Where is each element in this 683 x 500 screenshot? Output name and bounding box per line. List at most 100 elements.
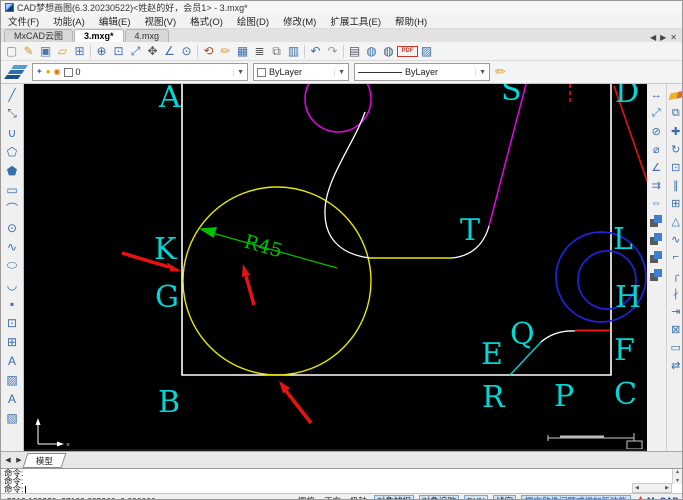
copy-objects-2-tool[interactable] — [648, 230, 665, 248]
model-tab[interactable]: 模型 — [22, 452, 67, 468]
document-tab-MxCAD[interactable]: MxCAD云图 — [4, 29, 73, 42]
tab-scroll-left[interactable]: ◀ — [650, 33, 656, 42]
model-tab-scroll-left[interactable]: ◀ — [3, 456, 13, 464]
layers-icon[interactable] — [11, 65, 28, 69]
linetype-dropdown-arrow-icon[interactable]: ▼ — [475, 68, 486, 76]
scale-tool[interactable]: ⊡ — [667, 158, 682, 176]
radius-dimension-tool[interactable]: ⊘ — [648, 122, 665, 140]
linear-dimension-tool[interactable]: ↔ — [648, 86, 665, 104]
color-dropdown[interactable]: ByLayer ▼ — [253, 63, 349, 81]
command-vscrollbar[interactable]: ▲ ▼ — [672, 469, 682, 484]
ellipse-arc-tool[interactable]: ◡ — [3, 275, 21, 294]
menu-item-6[interactable]: 修改(M) — [276, 14, 323, 28]
aligned-dimension-tool[interactable]: ⤢ — [648, 104, 665, 122]
status-toggle-正交[interactable]: 正交 — [322, 495, 343, 500]
ellipse-tool[interactable]: ⬭ — [3, 256, 21, 275]
menu-item-5[interactable]: 绘图(D) — [230, 14, 276, 28]
publish-web-2-button[interactable]: ◍ — [380, 43, 397, 59]
tab-scroll-right[interactable]: ▶ — [660, 33, 666, 42]
publish-web-button[interactable]: ◍ — [363, 43, 380, 59]
insert-block-tool[interactable]: ⊡ — [3, 313, 21, 332]
menu-item-7[interactable]: 扩展工具(E) — [323, 14, 388, 28]
move-tool[interactable]: ✚ — [667, 122, 682, 140]
measure-button[interactable]: ∠ — [161, 43, 178, 59]
offset-tool[interactable]: ∥ — [667, 176, 682, 194]
redo-button[interactable]: ↷ — [324, 43, 341, 59]
model-tab-scroll-right[interactable]: ▶ — [14, 456, 24, 464]
polygon-tool[interactable]: ⬠ — [3, 142, 21, 161]
paste-objects-tool[interactable] — [648, 248, 665, 266]
mtext-tool[interactable]: A — [3, 389, 21, 408]
explode-tool[interactable]: ⊠ — [667, 320, 682, 338]
feedback-link[interactable]: 提交软件问题或增加新功能 — [520, 495, 631, 499]
polygon-2-tool[interactable]: ⬟ — [3, 161, 21, 180]
rectangle-tool[interactable]: ▭ — [3, 180, 21, 199]
trim-tool[interactable]: ⇥ — [667, 302, 682, 320]
make-block-tool[interactable]: ⊞ — [3, 332, 21, 351]
status-toggle-对象捕捉[interactable]: 对象捕捉 — [373, 495, 414, 499]
drawing-canvas[interactable]: R45 × A S D K G T L H Q E F B R P C — [24, 84, 647, 451]
arc-turn-tool[interactable]: ∪ — [3, 123, 21, 142]
zoom-window-button[interactable]: ⊡ — [110, 43, 127, 59]
draw-order-icon[interactable]: ✏ — [495, 64, 506, 80]
zoom-in-button[interactable]: ⊕ — [93, 43, 110, 59]
new-file-button[interactable]: ▢ — [3, 43, 20, 59]
command-window[interactable]: 命令: 命令: 命令: ▲ ▼ ◀ ▶ — [1, 468, 682, 493]
print-button[interactable]: ▤ — [346, 43, 363, 59]
zoom-previous-button[interactable]: ⊙ — [178, 43, 195, 59]
break-tool[interactable]: ∤ — [667, 284, 682, 302]
command-hscrollbar[interactable]: ◀ ▶ — [632, 483, 672, 493]
image-tool[interactable]: ▨ — [3, 370, 21, 389]
cad-drawing[interactable]: R45 × A S DKGT LHQE FB R P C — [24, 84, 647, 449]
export-pdf-button[interactable]: PDF — [397, 45, 418, 57]
save-button[interactable]: ▣ — [37, 43, 54, 59]
command-input[interactable]: 命令: — [4, 485, 682, 493]
document-tab-3mxg[interactable]: 3.mxg* — [74, 29, 124, 42]
circle-tool[interactable]: ⊙ — [3, 218, 21, 237]
diameter-dimension-tool[interactable]: ⌀ — [648, 140, 665, 158]
tab-close[interactable]: ✕ — [670, 33, 677, 42]
arc-tool[interactable]: ⌒ — [3, 199, 21, 218]
text-tool[interactable]: A — [3, 351, 21, 370]
color-palette-button[interactable]: ▦ — [234, 43, 251, 59]
dimension-style-tool[interactable]: ⇔ — [648, 194, 665, 212]
mirror-tool[interactable]: △ — [667, 212, 682, 230]
menu-item-4[interactable]: 格式(O) — [183, 14, 230, 28]
fillet-tool[interactable]: ╭ — [667, 266, 682, 284]
copy-tool[interactable]: ⧉ — [667, 104, 682, 122]
menu-item-3[interactable]: 视图(V) — [137, 14, 183, 28]
pan-button[interactable]: ✥ — [144, 43, 161, 59]
status-toggle-DYN[interactable]: DYN — [464, 495, 488, 499]
status-toggle-极轴[interactable]: 极轴 — [348, 495, 369, 500]
construction-line-tool[interactable]: ⤡ — [3, 104, 21, 123]
orbit-button[interactable]: ⟲ — [200, 43, 217, 59]
color-dropdown-arrow-icon[interactable]: ▼ — [334, 68, 345, 76]
copy-objects-tool[interactable] — [648, 212, 665, 230]
display-button[interactable]: ▥ — [285, 43, 302, 59]
document-tab-4mxg[interactable]: 4.mxg — [124, 29, 170, 42]
menu-item-0[interactable]: 文件(F) — [1, 14, 46, 28]
paste-special-tool[interactable] — [648, 266, 665, 284]
menu-item-2[interactable]: 编辑(E) — [92, 14, 138, 28]
copy-button[interactable]: ⧉ — [268, 43, 285, 59]
open-folder-button[interactable]: ▱ — [54, 43, 71, 59]
text-style-button[interactable]: ≣ — [251, 43, 268, 59]
zoom-extents-button[interactable]: ⤢ — [127, 43, 144, 59]
status-toggle-栅格[interactable]: 栅格 — [296, 495, 317, 500]
status-toggle-线宽[interactable]: 线宽 — [492, 495, 516, 499]
erase-tool[interactable] — [667, 86, 682, 104]
spline-edit-tool[interactable]: ∿ — [667, 230, 682, 248]
rotate-tool[interactable]: ↻ — [667, 140, 682, 158]
save-as-button[interactable]: ⊞ — [71, 43, 88, 59]
angular-dimension-tool[interactable]: ∠ — [648, 158, 665, 176]
line-tool[interactable]: ╱ — [3, 85, 21, 104]
hatch-tool[interactable]: ▧ — [3, 408, 21, 427]
draw-pencil-button[interactable]: ✏ — [217, 43, 234, 59]
boundary-tool[interactable]: ▭ — [667, 338, 682, 356]
linetype-dropdown[interactable]: ByLayer ▼ — [354, 63, 490, 81]
undo-button[interactable]: ↶ — [307, 43, 324, 59]
array-tool[interactable]: ⊞ — [667, 194, 682, 212]
continue-dimension-tool[interactable]: ⇉ — [648, 176, 665, 194]
point-tool[interactable]: ▪ — [3, 294, 21, 313]
spline-tool[interactable]: ∿ — [3, 237, 21, 256]
